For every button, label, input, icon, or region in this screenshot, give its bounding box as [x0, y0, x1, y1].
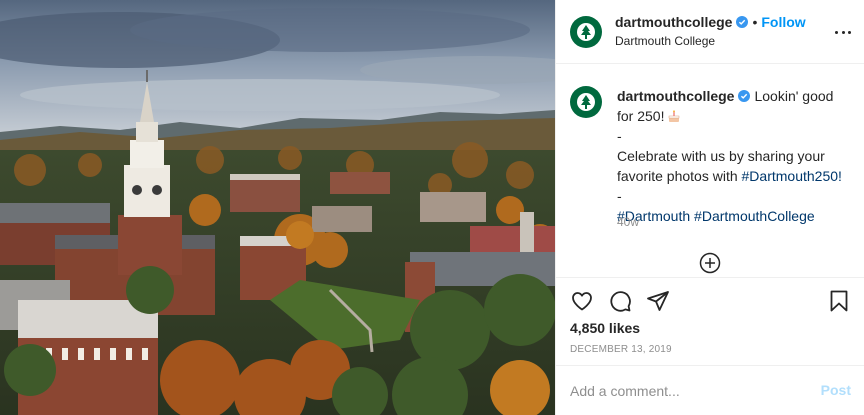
caption-area: dartmouthcollege Lookin' good for 250! - …	[556, 64, 864, 277]
instagram-post: dartmouthcollege • Follow Dartmouth Coll…	[0, 0, 864, 415]
caption-avatar[interactable]	[570, 86, 602, 118]
heart-icon[interactable]	[570, 289, 594, 313]
caption-line-6: -	[617, 188, 622, 204]
campus-aerial-image	[0, 0, 555, 415]
post-side-panel: dartmouthcollege • Follow Dartmouth Coll…	[555, 0, 864, 415]
caption-line-5: favorite photos with	[617, 168, 742, 184]
post-photo[interactable]	[0, 0, 555, 415]
post-actions: 4,850 likes DECEMBER 13, 2019	[556, 277, 864, 365]
caption-age: 40w	[617, 215, 640, 229]
caption-username[interactable]: dartmouthcollege	[617, 88, 734, 104]
caption-line-3: -	[617, 128, 622, 144]
comment-bar: Post	[556, 365, 864, 415]
post-header: dartmouthcollege • Follow Dartmouth Coll…	[556, 0, 864, 64]
comment-bubble-icon[interactable]	[608, 289, 632, 313]
plus-circle-icon[interactable]	[699, 252, 721, 274]
likes-count[interactable]: 4,850 likes	[570, 320, 640, 336]
post-comment-button[interactable]: Post	[821, 382, 851, 398]
header-username[interactable]: dartmouthcollege	[615, 14, 732, 30]
caption-line-1: Lookin' good	[754, 88, 834, 104]
caption-line-4: Celebrate with us by sharing your	[617, 148, 825, 164]
hashtag-dartmouthcollege[interactable]: #DartmouthCollege	[694, 208, 815, 224]
profile-avatar[interactable]	[570, 16, 602, 48]
header-separator: •	[752, 14, 758, 30]
hashtag-dartmouth250[interactable]: #Dartmouth250!	[742, 168, 842, 184]
more-options-icon[interactable]	[835, 24, 851, 40]
birthday-cake-emoji-icon	[669, 110, 680, 122]
post-date: DECEMBER 13, 2019	[570, 344, 672, 355]
pine-tree-logo-icon	[577, 93, 595, 111]
header-title-row: dartmouthcollege • Follow	[615, 14, 806, 30]
verified-badge-icon	[738, 90, 751, 102]
follow-button[interactable]: Follow	[761, 14, 805, 30]
paper-plane-icon[interactable]	[646, 289, 670, 313]
caption-line-2: for 250!	[617, 108, 665, 124]
location-link[interactable]: Dartmouth College	[615, 34, 715, 48]
bookmark-icon[interactable]	[827, 289, 851, 313]
caption-text: dartmouthcollege Lookin' good for 250! - …	[617, 86, 851, 226]
verified-badge-icon	[736, 16, 749, 28]
pine-tree-logo-icon	[577, 23, 595, 41]
comment-input[interactable]	[570, 381, 810, 401]
